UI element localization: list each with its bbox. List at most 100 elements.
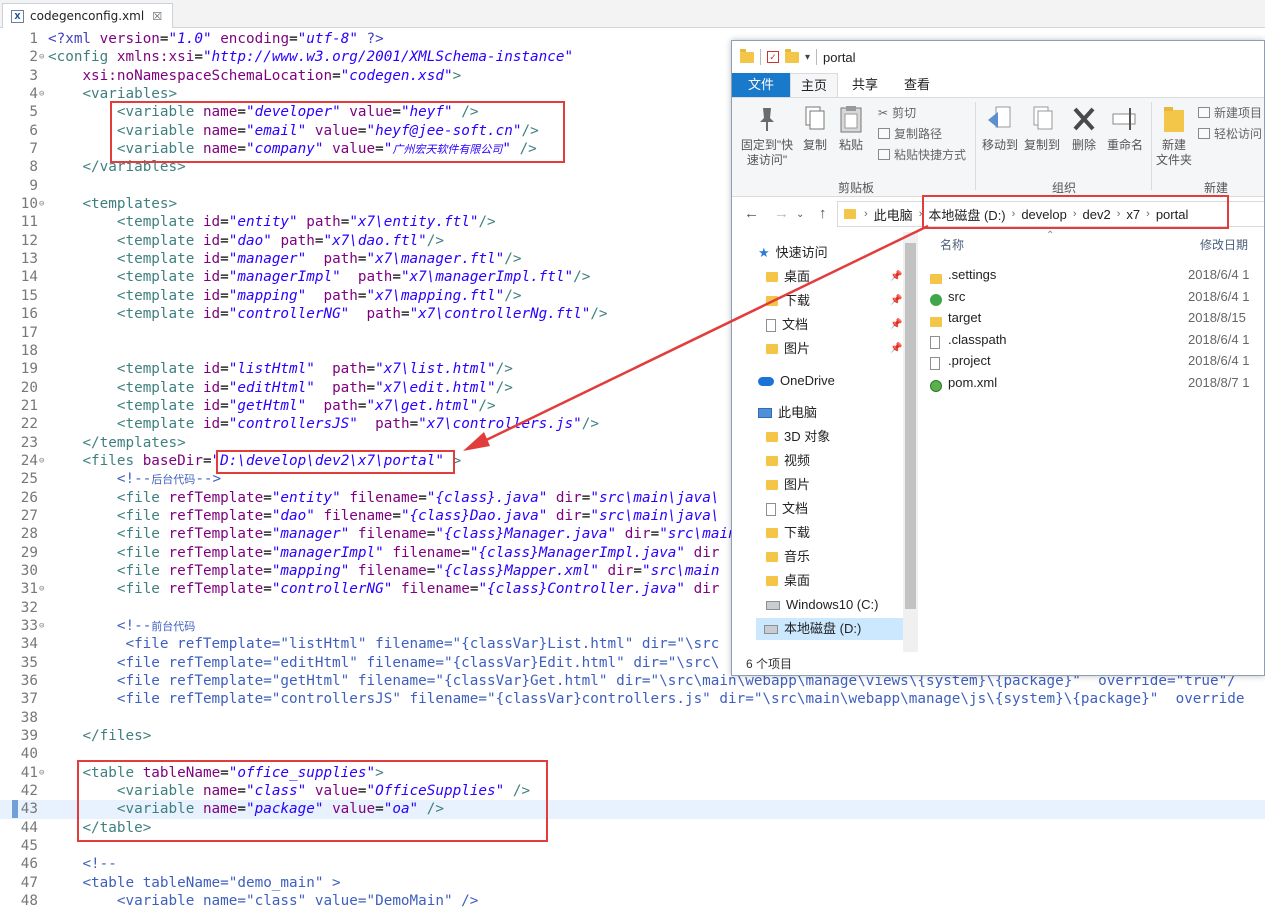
easy-access-icon — [1198, 128, 1210, 139]
quick-access-dropdown-icon[interactable]: ▾ — [805, 52, 810, 63]
line-number: 12 — [20, 232, 38, 249]
copy-to-button[interactable]: 复制到 — [1022, 104, 1062, 153]
forward-arrow-icon[interactable]: → — [774, 205, 789, 222]
history-dropdown-icon[interactable]: ⌄ — [796, 209, 804, 220]
nav-item[interactable]: 桌面 📌 — [766, 266, 902, 288]
file-explorer-window[interactable]: ✓ ▾ portal 文件 主页 共享 查看 固定到"快速访问" 复制 粘贴 ✂… — [731, 40, 1265, 676]
code-line[interactable]: 42 <variable name="class" value="OfficeS… — [0, 782, 1265, 800]
nav-item[interactable]: 此电脑 — [758, 402, 817, 424]
nav-item[interactable]: 音乐 — [766, 546, 810, 568]
back-arrow-icon[interactable]: ← — [744, 205, 759, 222]
file-row[interactable]: .project 2018/6/4 1 — [926, 350, 1264, 372]
paste-shortcut-button[interactable]: 粘贴快捷方式 — [878, 146, 966, 163]
new-folder-icon[interactable] — [785, 48, 799, 63]
nav-item[interactable]: 图片 📌 — [766, 338, 902, 360]
fold-toggle-icon[interactable]: ⊖ — [39, 580, 48, 598]
rename-button[interactable]: 重命名 — [1104, 104, 1146, 153]
line-number: 43 — [20, 801, 38, 818]
line-number: 20 — [20, 379, 38, 396]
code-line[interactable]: 43 <variable name="package" value="oa" /… — [0, 800, 1265, 819]
breadcrumb-drive-d[interactable]: 本地磁盘 (D:) — [928, 205, 1005, 224]
code-line[interactable]: 47 <table tableName="demo_main" > — [0, 874, 1265, 892]
paste-icon — [840, 106, 862, 133]
line-number: 10 — [20, 196, 38, 213]
fold-toggle-icon[interactable]: ⊖ — [39, 764, 48, 782]
move-to-button[interactable]: 移动到 — [980, 104, 1020, 153]
line-number: 34 — [20, 636, 38, 653]
delete-label: 删除 — [1071, 138, 1096, 152]
nav-item[interactable]: 图片 — [766, 474, 810, 496]
nav-item[interactable]: 桌面 — [766, 570, 810, 592]
code-line[interactable]: 37 <file refTemplate="controllersJS" fil… — [0, 690, 1265, 708]
code-line[interactable]: 44 </table> — [0, 819, 1265, 837]
copy-path-button[interactable]: 复制路径 — [878, 125, 942, 142]
easy-access-button[interactable]: 轻松访问 — [1198, 125, 1262, 142]
column-name-header[interactable]: 名称 — [940, 236, 964, 253]
cut-button[interactable]: ✂ 剪切 — [878, 104, 916, 121]
group-organize-label: 组织 — [1051, 181, 1076, 195]
breadcrumb-this-pc[interactable]: 此电脑 — [874, 205, 913, 224]
tab-home[interactable]: 主页 — [790, 73, 838, 97]
move-to-icon — [988, 106, 1011, 128]
pin-icon[interactable]: 📌 — [890, 290, 902, 312]
close-icon[interactable]: ☒ — [152, 10, 162, 23]
code-line[interactable]: 41 ⊖ <table tableName="office_supplies"> — [0, 764, 1265, 782]
code-line[interactable]: 39 </files> — [0, 727, 1265, 745]
tab-share[interactable]: 共享 — [840, 73, 890, 97]
file-row[interactable]: pom.xml 2018/8/7 1 — [926, 372, 1264, 394]
new-folder-button[interactable]: 新建 文件夹 — [1156, 104, 1192, 168]
tab-file[interactable]: 文件 — [732, 73, 790, 97]
pin-icon[interactable]: 📌 — [890, 338, 902, 360]
file-list[interactable]: 名称 ⌃ 修改日期 .settings 2018/6/4 1 src 2018/6/4… — [918, 230, 1264, 656]
navigation-pane[interactable]: ★ 快速访问 桌面 📌 下载 📌 文档 📌 图片 📌 OneDrive 此电脑 3D 对象 视频 图片 文档下… — [732, 232, 918, 656]
paste-shortcut-icon — [878, 149, 890, 160]
file-row[interactable]: .settings 2018/6/4 1 — [926, 264, 1264, 286]
address-bar[interactable]: › 此电脑 › 本地磁盘 (D:) › develop › dev2 › x7 … — [837, 201, 1264, 227]
file-row[interactable]: target 2018/8/15 — [926, 307, 1264, 329]
paste-button[interactable]: 粘贴 — [836, 104, 866, 153]
editor-tab-codegenconfig[interactable]: X codegenconfig.xml ☒ — [2, 3, 174, 28]
code-line[interactable]: 40 — [0, 745, 1265, 763]
pin-quick-access-button[interactable]: 固定到"快速访问" — [736, 104, 798, 168]
nav-item-label: 文档 — [782, 501, 809, 516]
nav-item[interactable]: 下载 — [766, 522, 810, 544]
fold-toggle-icon[interactable]: ⊖ — [39, 48, 48, 66]
file-row[interactable]: src 2018/6/4 1 — [926, 286, 1264, 308]
nav-scrollbar-thumb[interactable] — [905, 243, 916, 609]
file-modified-date: 2018/6/4 1 — [1188, 267, 1250, 282]
pin-icon[interactable]: 📌 — [890, 314, 902, 336]
tab-view[interactable]: 查看 — [892, 73, 942, 97]
breadcrumb-portal[interactable]: portal — [1156, 207, 1189, 222]
column-date-header[interactable]: 修改日期 — [1200, 236, 1248, 253]
fold-toggle-icon[interactable]: ⊖ — [39, 617, 48, 635]
fold-toggle-icon[interactable]: ⊖ — [39, 85, 48, 103]
copy-button[interactable]: 复制 — [800, 104, 830, 153]
new-item-button[interactable]: 新建项目 — [1198, 104, 1262, 121]
file-row[interactable]: .classpath 2018/6/4 1 — [926, 329, 1264, 351]
delete-button[interactable]: 删除 — [1068, 104, 1100, 153]
nav-item[interactable]: 3D 对象 — [766, 426, 830, 448]
fold-toggle-icon[interactable]: ⊖ — [39, 452, 48, 470]
code-line[interactable]: 38 — [0, 709, 1265, 727]
fold-toggle-icon[interactable]: ⊖ — [39, 195, 48, 213]
nav-item[interactable]: 文档 📌 — [766, 314, 902, 336]
breadcrumb-x7[interactable]: x7 — [1126, 207, 1140, 222]
nav-item[interactable]: 本地磁盘 (D:) — [756, 618, 904, 640]
code-line[interactable]: 45 — [0, 837, 1265, 855]
copy-path-icon — [878, 128, 890, 139]
nav-item[interactable]: 下载 📌 — [766, 290, 902, 312]
breadcrumb-dev2[interactable]: dev2 — [1083, 207, 1111, 222]
properties-icon[interactable]: ✓ — [767, 51, 779, 63]
file-name: .classpath — [948, 331, 1007, 347]
breadcrumb-develop[interactable]: develop — [1021, 207, 1067, 222]
nav-item[interactable]: 视频 — [766, 450, 810, 472]
code-text: <file refTemplate="dao" filename="{class… — [116, 507, 720, 524]
code-line[interactable]: 46 <!-- — [0, 855, 1265, 873]
nav-item[interactable]: 文档 — [766, 498, 808, 520]
nav-item[interactable]: Windows10 (C:) — [766, 594, 878, 616]
nav-item[interactable]: OneDrive — [758, 370, 835, 392]
up-arrow-icon[interactable]: ↑ — [819, 205, 827, 222]
nav-item[interactable]: ★ 快速访问 — [758, 242, 828, 264]
pin-icon[interactable]: 📌 — [890, 266, 902, 288]
code-line[interactable]: 48 <variable name="class" value="DemoMai… — [0, 892, 1265, 910]
